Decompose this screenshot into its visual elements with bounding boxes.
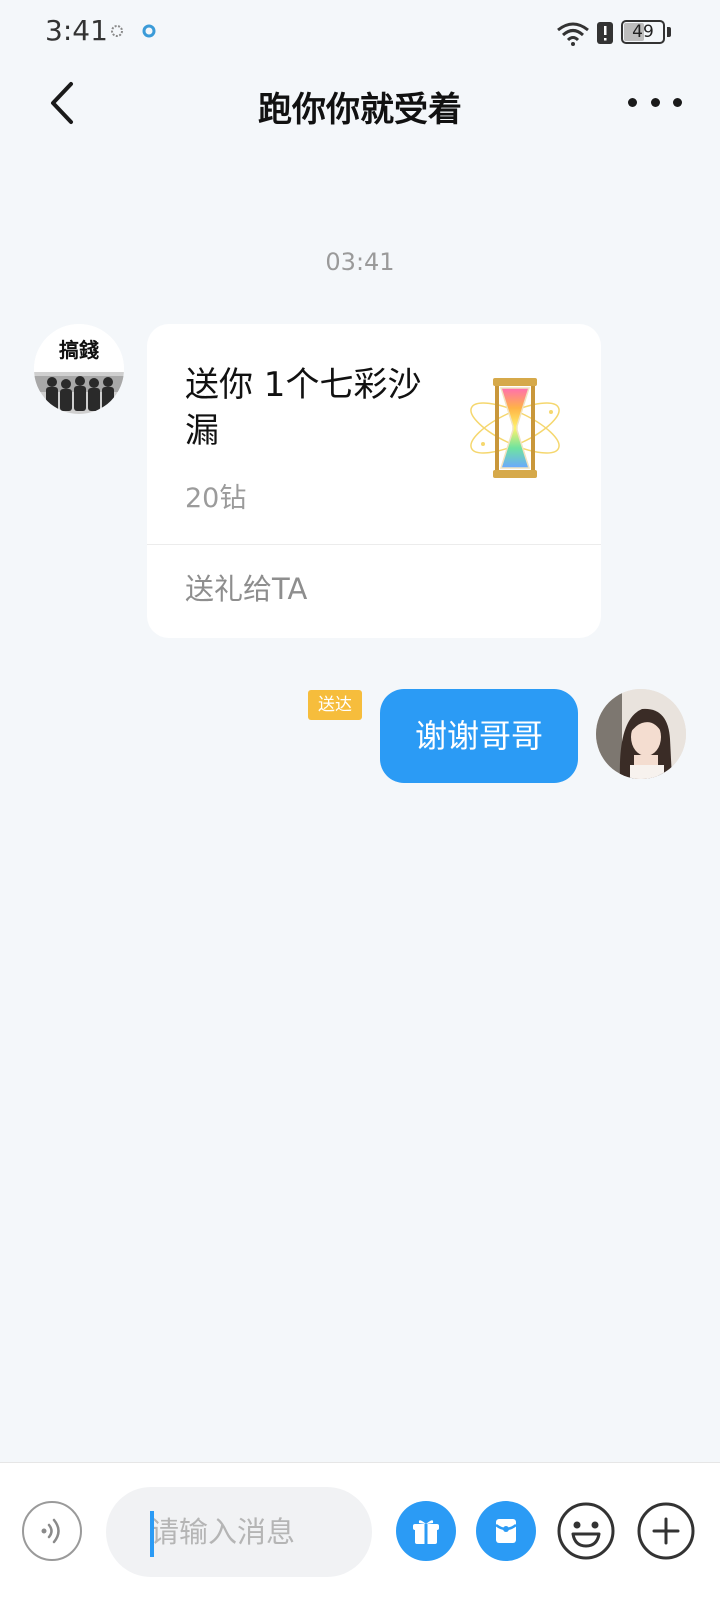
more-button[interactable] <box>628 82 682 122</box>
battery-level: 49 <box>632 22 654 42</box>
alert-icon <box>597 22 613 44</box>
more-options-button[interactable] <box>636 1501 696 1561</box>
red-packet-icon <box>495 1519 517 1543</box>
emoji-icon <box>557 1502 615 1560</box>
gift-button[interactable] <box>396 1501 456 1561</box>
red-packet-button[interactable] <box>476 1501 536 1561</box>
message-input-bar <box>0 1462 720 1600</box>
plus-icon <box>637 1502 695 1560</box>
hourglass-icon <box>470 378 560 478</box>
delivered-badge: 送达 <box>308 690 362 720</box>
page-title: 跑你你就受着 <box>258 90 462 130</box>
message-input[interactable] <box>106 1487 372 1577</box>
battery-tip <box>667 27 671 37</box>
app-notification-icon <box>142 24 156 38</box>
battery-icon: 49 <box>621 20 665 44</box>
status-bar: 3:41 49 <box>0 0 720 64</box>
more-dot <box>650 97 660 107</box>
sender-avatar[interactable]: 搞錢 <box>34 324 124 414</box>
gift-price: 20钻 <box>185 483 247 514</box>
outgoing-message-bubble[interactable]: 谢谢哥哥 <box>380 689 578 783</box>
notification-icon <box>111 25 123 37</box>
send-gift-back-link[interactable]: 送礼给TA <box>185 566 307 608</box>
chat-header: 跑你你就受着 <box>0 64 720 144</box>
gift-icon <box>413 1520 439 1544</box>
sender-avatar-image: 搞錢 <box>34 324 124 414</box>
my-avatar-image <box>596 689 686 779</box>
avatar-label: 搞錢 <box>59 338 99 362</box>
my-avatar[interactable] <box>596 689 686 779</box>
gift-text: 送你 1个七彩沙漏 <box>185 365 422 451</box>
wifi-icon <box>557 22 589 46</box>
text-caret <box>150 1511 154 1557</box>
message-timestamp: 03:41 <box>325 248 395 276</box>
more-dot <box>673 97 682 107</box>
voice-button[interactable] <box>22 1501 82 1561</box>
gift-divider <box>147 544 601 545</box>
gift-message-card[interactable]: 送你 1个七彩沙漏 20钻 送礼给TA <box>147 324 601 638</box>
voice-icon <box>41 1518 60 1544</box>
more-dot <box>628 97 637 107</box>
emoji-button[interactable] <box>556 1501 616 1561</box>
status-time: 3:41 <box>45 14 108 47</box>
